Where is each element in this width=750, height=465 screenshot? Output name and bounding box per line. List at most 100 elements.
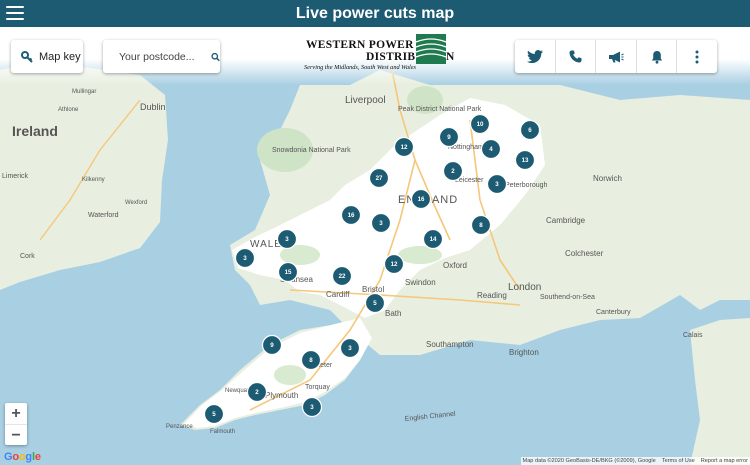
svg-text:2: 2 bbox=[451, 168, 455, 175]
power-cut-marker[interactable]: 3 bbox=[486, 173, 508, 195]
search-icon[interactable] bbox=[211, 51, 220, 63]
power-cut-marker[interactable]: 9 bbox=[261, 334, 283, 356]
power-cut-marker[interactable]: 16 bbox=[340, 204, 362, 226]
svg-text:10: 10 bbox=[477, 121, 484, 128]
label-ireland: Ireland bbox=[12, 123, 58, 139]
power-cut-marker[interactable]: 6 bbox=[519, 119, 541, 141]
logo-tagline: Serving the Midlands, South West and Wal… bbox=[304, 64, 416, 71]
power-cut-marker[interactable]: 15 bbox=[277, 261, 299, 283]
label-newquay: Newquay bbox=[225, 388, 250, 394]
label-waterford: Waterford bbox=[88, 212, 119, 219]
svg-text:3: 3 bbox=[243, 255, 247, 262]
label-wexford: Wexford bbox=[125, 200, 147, 206]
svg-text:3: 3 bbox=[310, 404, 314, 411]
svg-text:4: 4 bbox=[489, 146, 493, 153]
label-snowdonia: Snowdonia National Park bbox=[272, 147, 351, 154]
power-cut-marker[interactable]: 14 bbox=[422, 228, 444, 250]
svg-text:9: 9 bbox=[447, 134, 451, 141]
bell-icon[interactable] bbox=[637, 40, 678, 73]
label-peterborough: Peterborough bbox=[505, 182, 548, 189]
power-cut-marker[interactable]: 3 bbox=[339, 337, 361, 359]
power-cut-marker[interactable]: 5 bbox=[364, 292, 386, 314]
zoom-control: + − bbox=[5, 403, 27, 445]
label-reading: Reading bbox=[477, 291, 507, 300]
top-bar: Live power cuts map bbox=[0, 0, 750, 27]
google-logo[interactable]: Google bbox=[4, 451, 41, 463]
zoom-out-button[interactable]: − bbox=[5, 425, 27, 446]
more-vert-icon[interactable] bbox=[677, 40, 717, 73]
svg-text:9: 9 bbox=[270, 342, 274, 349]
report-error-link[interactable]: Report a map error bbox=[701, 458, 748, 464]
label-kilkenny: Kilkenny bbox=[82, 177, 105, 183]
label-bath: Bath bbox=[385, 309, 401, 318]
power-cut-marker[interactable]: 8 bbox=[470, 214, 492, 236]
svg-text:22: 22 bbox=[339, 273, 346, 280]
page-title: Live power cuts map bbox=[295, 4, 455, 22]
power-cut-marker[interactable]: 12 bbox=[393, 136, 415, 158]
svg-text:3: 3 bbox=[285, 236, 289, 243]
postcode-search bbox=[103, 40, 220, 73]
postcode-input[interactable] bbox=[117, 49, 201, 64]
logo-mark-icon bbox=[416, 34, 446, 64]
power-cut-marker[interactable]: 3 bbox=[301, 396, 323, 418]
phone-icon[interactable] bbox=[556, 40, 597, 73]
label-brighton: Brighton bbox=[509, 348, 539, 357]
terms-link[interactable]: Terms of Use bbox=[662, 458, 695, 464]
label-colchester: Colchester bbox=[565, 249, 604, 258]
label-liverpool: Liverpool bbox=[345, 95, 386, 106]
power-cut-marker[interactable]: 16 bbox=[410, 188, 432, 210]
megaphone-icon[interactable] bbox=[596, 40, 637, 73]
svg-text:16: 16 bbox=[348, 212, 355, 219]
label-torquay: Torquay bbox=[305, 384, 330, 391]
svg-text:8: 8 bbox=[309, 357, 313, 364]
power-cut-marker[interactable]: 3 bbox=[370, 212, 392, 234]
power-cut-marker[interactable]: 8 bbox=[300, 349, 322, 371]
power-cut-marker[interactable]: 12 bbox=[383, 253, 405, 275]
label-london: London bbox=[508, 282, 541, 293]
power-cut-marker[interactable]: 13 bbox=[514, 149, 536, 171]
power-cut-marker[interactable]: 9 bbox=[438, 126, 460, 148]
power-cut-marker[interactable]: 22 bbox=[331, 265, 353, 287]
label-mullingar: Mullingar bbox=[72, 89, 96, 95]
label-southend: Southend-on-Sea bbox=[540, 294, 595, 301]
power-cut-marker[interactable]: 3 bbox=[276, 228, 298, 250]
svg-text:16: 16 bbox=[418, 196, 425, 203]
label-swindon: Swindon bbox=[405, 278, 436, 287]
map-attribution: Map data ©2020 GeoBasis-DE/BKG (©2009), … bbox=[520, 457, 750, 465]
svg-text:12: 12 bbox=[401, 144, 408, 151]
label-southampton: Southampton bbox=[426, 340, 474, 349]
svg-text:13: 13 bbox=[522, 157, 529, 164]
power-cut-marker[interactable]: 4 bbox=[480, 138, 502, 160]
twitter-icon[interactable] bbox=[515, 40, 556, 73]
wpd-logo[interactable]: WESTERN POWER DISTRIBUTION Serving the M… bbox=[304, 33, 454, 75]
svg-text:3: 3 bbox=[379, 220, 383, 227]
label-cork: Cork bbox=[20, 253, 35, 260]
power-cut-marker[interactable]: 27 bbox=[368, 167, 390, 189]
svg-text:3: 3 bbox=[348, 345, 352, 352]
label-peak-district: Peak District National Park bbox=[398, 106, 482, 113]
power-cut-marker[interactable]: 10 bbox=[469, 113, 491, 135]
label-limerick: Limerick bbox=[2, 173, 29, 180]
svg-text:6: 6 bbox=[528, 127, 532, 134]
label-cardiff: Cardiff bbox=[326, 290, 350, 299]
key-icon bbox=[21, 50, 33, 63]
label-plymouth: Plymouth bbox=[265, 391, 298, 400]
svg-text:14: 14 bbox=[430, 236, 437, 243]
label-bristol: Bristol bbox=[362, 285, 384, 294]
zoom-in-button[interactable]: + bbox=[5, 403, 27, 425]
power-cut-marker[interactable]: 2 bbox=[246, 381, 268, 403]
power-cut-marker[interactable]: 2 bbox=[442, 160, 464, 182]
map-key-button[interactable]: Map key bbox=[11, 40, 83, 73]
power-cut-marker[interactable]: 5 bbox=[203, 403, 225, 425]
svg-text:15: 15 bbox=[285, 269, 292, 276]
svg-text:5: 5 bbox=[373, 300, 377, 307]
power-cut-marker[interactable]: 3 bbox=[234, 247, 256, 269]
svg-text:8: 8 bbox=[479, 222, 483, 229]
label-calais: Calais bbox=[683, 332, 703, 339]
hamburger-icon[interactable] bbox=[6, 6, 24, 21]
attribution-data: Map data ©2020 GeoBasis-DE/BKG (©2009), … bbox=[522, 458, 656, 464]
action-toolbar bbox=[515, 40, 717, 73]
france-landmass bbox=[690, 318, 750, 465]
label-falmouth: Falmouth bbox=[210, 429, 235, 435]
svg-text:12: 12 bbox=[391, 261, 398, 268]
